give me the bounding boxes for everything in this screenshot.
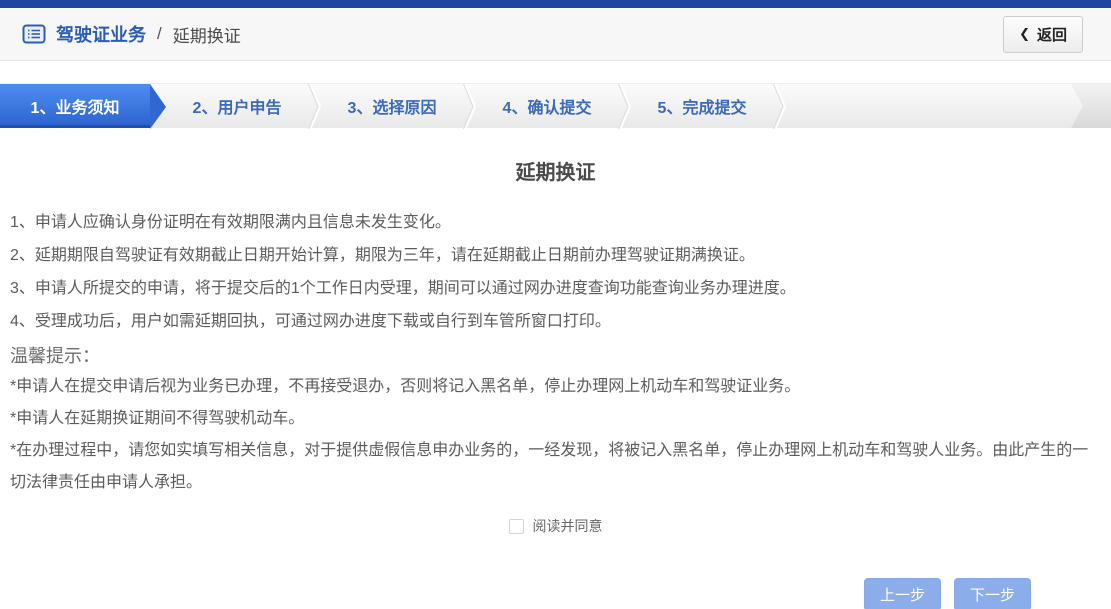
license-business-icon — [22, 24, 46, 44]
prev-step-button[interactable]: 上一步 — [864, 578, 941, 609]
agree-checkbox[interactable] — [509, 519, 524, 534]
step-5-complete-submit: 5、完成提交 — [631, 84, 773, 128]
page-title: 延期换证 — [10, 156, 1101, 185]
notice-content: 延期换证 1、申请人应确认身份证明在有效期限满内且信息未发生变化。 2、延期期限… — [0, 156, 1111, 536]
notice-item: 2、延期期限自驾驶证有效期截止日期开始计算，期限为三年，请在延期截止日期前办理驾… — [10, 239, 1101, 272]
step-1-business-notice: 1、业务须知 — [0, 84, 150, 128]
step-separator-icon — [463, 84, 476, 129]
tip-item: *在办理过程中，请您如实填写相关信息，对于提供虚假信息申办业务的，一经发现，将被… — [10, 435, 1101, 499]
back-button[interactable]: ❮ 返回 — [1003, 16, 1083, 53]
step-2-user-declaration: 2、用户申告 — [166, 84, 308, 128]
step-bar-tail — [1071, 84, 1111, 128]
back-chevron-icon: ❮ — [1019, 26, 1030, 42]
step-3-select-reason: 3、选择原因 — [321, 84, 463, 128]
breadcrumb-business-link[interactable]: 驾驶证业务 — [56, 21, 146, 47]
step-bar-filler — [786, 84, 1071, 128]
breadcrumb-current-page: 延期换证 — [173, 22, 241, 47]
step-4-confirm-submit: 4、确认提交 — [476, 84, 618, 128]
breadcrumb: 驾驶证业务 / 延期换证 — [22, 21, 241, 47]
step-label: 5、完成提交 — [658, 94, 747, 118]
step-separator-icon — [618, 84, 631, 129]
top-accent-bar — [0, 0, 1111, 8]
breadcrumb-separator: / — [157, 24, 162, 44]
step-label: 2、用户申告 — [193, 94, 282, 118]
tip-item: *申请人在延期换证期间不得驾驶机动车。 — [10, 403, 1101, 435]
notice-item: 4、受理成功后，用户如需延期回执，可通过网办进度下载或自行到车管所窗口打印。 — [10, 305, 1101, 338]
notice-item: 3、申请人所提交的申请，将于提交后的1个工作日内受理，期间可以通过网办进度查询功… — [10, 272, 1101, 305]
back-button-label: 返回 — [1037, 24, 1067, 45]
step-label: 3、选择原因 — [348, 94, 437, 118]
step-separator-icon — [308, 84, 321, 129]
tip-item: *申请人在提交申请后视为业务已办理，不再接受退办，否则将记入黑名单，停止办理网上… — [10, 371, 1101, 403]
next-step-button[interactable]: 下一步 — [954, 578, 1031, 609]
step-label: 4、确认提交 — [503, 94, 592, 118]
step-wizard: 1、业务须知 2、用户申告 3、选择原因 4、确认提交 5、完成提交 — [0, 83, 1111, 128]
wizard-nav-footer: 上一步 下一步 — [0, 578, 1111, 609]
tips-title: 温馨提示： — [10, 341, 1101, 371]
agree-label: 阅读并同意 — [533, 516, 603, 536]
step-label: 1、业务须知 — [31, 94, 120, 118]
page-header: 驾驶证业务 / 延期换证 ❮ 返回 — [0, 8, 1111, 61]
step-separator-icon — [773, 84, 786, 129]
notice-item: 1、申请人应确认身份证明在有效期限满内且信息未发生变化。 — [10, 206, 1101, 239]
agree-row: 阅读并同意 — [10, 516, 1101, 536]
